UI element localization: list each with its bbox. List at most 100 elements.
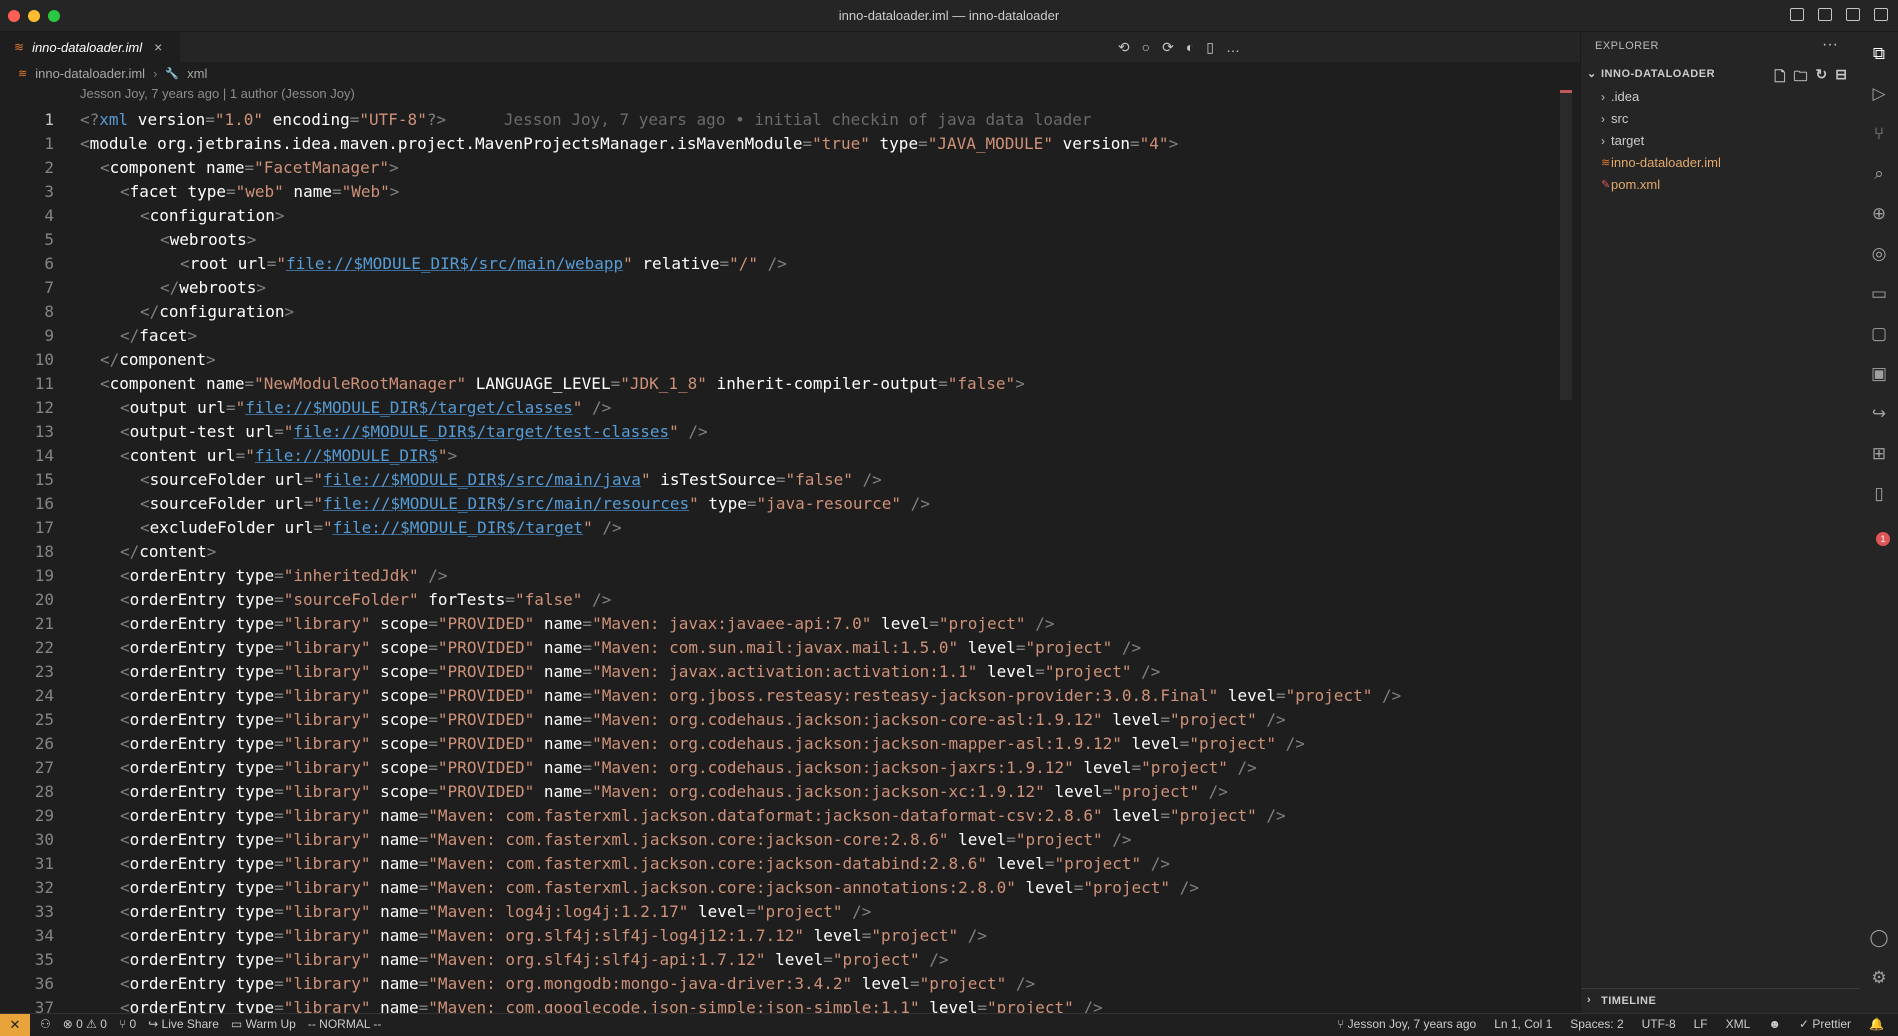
blame-codelens[interactable]: Jesson Joy, 7 years ago | 1 author (Jess… (80, 86, 355, 101)
tree-item-inno-dataloader-iml[interactable]: ≋ inno-dataloader.iml (1581, 152, 1861, 174)
code-line[interactable]: 10 </component> (0, 348, 1560, 372)
code-line[interactable]: 9 </facet> (0, 324, 1560, 348)
code-line[interactable]: 1 <?xml version="1.0" encoding="UTF-8"?> … (0, 108, 1560, 132)
close-tab-icon[interactable]: × (154, 39, 162, 55)
code-line[interactable]: 36 <orderEntry type="library" name="Maven… (0, 972, 1560, 996)
remote-explorer-icon[interactable]: ▭ (1869, 284, 1889, 304)
code-line[interactable]: 4 <configuration> (0, 204, 1560, 228)
search-icon[interactable]: ⌕ (1869, 164, 1889, 184)
cursor-position-status[interactable]: Ln 1, Col 1 (1494, 1017, 1552, 1031)
encoding-status[interactable]: UTF-8 (1642, 1017, 1676, 1031)
editor-action-icon[interactable]: ○ (1142, 39, 1150, 56)
code-token: type (225, 638, 275, 657)
code-line[interactable]: 5 <webroots> (0, 228, 1560, 252)
code-token: "project" (1083, 878, 1171, 897)
git-graph-icon[interactable]: ⊕ (1869, 204, 1889, 224)
editor-action-icon[interactable]: ▯ (1206, 39, 1214, 56)
code-line[interactable]: 24 <orderEntry type="library" scope="PROV… (0, 684, 1560, 708)
code-line[interactable]: 11 <component name="NewModuleRootManager"… (0, 372, 1560, 396)
warm-up-button[interactable]: ▭ Warm Up (231, 1017, 296, 1031)
code-line[interactable]: 20 <orderEntry type="sourceFolder" forTes… (0, 588, 1560, 612)
code-line[interactable]: 19 <orderEntry type="inheritedJdk" /> (0, 564, 1560, 588)
code-line[interactable]: 27 <orderEntry type="library" scope="PROV… (0, 756, 1560, 780)
language-mode-status[interactable]: XML (1726, 1017, 1751, 1031)
manage-icon[interactable]: ⚙ (1869, 968, 1889, 988)
breadcrumb-file[interactable]: inno-dataloader.iml (35, 66, 145, 81)
toggle-primary-sidebar-icon[interactable] (1790, 8, 1804, 21)
code-line[interactable]: 26 <orderEntry type="library" scope="PROV… (0, 732, 1560, 756)
code-token: < (120, 398, 130, 417)
code-line[interactable]: 23 <orderEntry type="library" scope="PROV… (0, 660, 1560, 684)
editor-action-icon[interactable]: ⟳ (1162, 39, 1174, 56)
code-token: url (187, 398, 226, 417)
tree-item-src[interactable]: › src (1581, 108, 1861, 130)
code-line[interactable]: 6 <root url="file://$MODULE_DIR$/src/main… (0, 252, 1560, 276)
customize-layout-icon[interactable] (1874, 8, 1888, 21)
code-line[interactable]: 33 <orderEntry type="library" name="Maven… (0, 900, 1560, 924)
breadcrumb-node[interactable]: xml (187, 66, 207, 81)
more-actions-icon[interactable]: ··· (1822, 36, 1838, 54)
code-line[interactable]: 16 <sourceFolder url="file://$MODULE_DIR$… (0, 492, 1560, 516)
code-line[interactable]: 28 <orderEntry type="library" scope="PROV… (0, 780, 1560, 804)
code-line[interactable]: 35 <orderEntry type="library" name="Maven… (0, 948, 1560, 972)
gitlens-icon[interactable]: ◎ (1869, 244, 1889, 264)
code-line[interactable]: 32 <orderEntry type="library" name="Maven… (0, 876, 1560, 900)
code-line[interactable]: 3 <facet type="web" name="Web"> (0, 180, 1560, 204)
eol-status[interactable]: LF (1694, 1017, 1708, 1031)
code-token: "JDK_1_8" (620, 374, 707, 393)
problems-status-item[interactable]: ⊗ 0 ⚠ 0 (63, 1017, 107, 1031)
remote-indicator-button[interactable]: ✕ (0, 1014, 30, 1036)
run-debug-icon[interactable]: ▷ (1869, 84, 1889, 104)
toggle-secondary-sidebar-icon[interactable] (1846, 8, 1860, 21)
timeline-section-header[interactable]: › TIMELINE (1581, 988, 1861, 1013)
code-line[interactable]: 2 <component name="FacetManager"> (0, 156, 1560, 180)
live-share-icon[interactable]: ↪ (1869, 404, 1889, 424)
workspace-section-header[interactable]: ⌄ INNO-DATALOADER 🗋 🗀 ↻ ⊟ (1581, 64, 1861, 86)
accounts-icon[interactable]: ◯ (1869, 928, 1889, 948)
code-line[interactable]: 8 </configuration> (0, 300, 1560, 324)
code-line[interactable]: 30 <orderEntry type="library" name="Maven… (0, 828, 1560, 852)
code-line[interactable]: 14 <content url="file://$MODULE_DIR$"> (0, 444, 1560, 468)
code-line[interactable]: 7 </webroots> (0, 276, 1560, 300)
comments-icon[interactable]: ▢ (1869, 324, 1889, 344)
bookmarks-icon[interactable]: ▯ (1869, 484, 1889, 504)
toggle-panel-icon[interactable] (1818, 8, 1832, 21)
git-sync-status-item[interactable]: ⑂ 0 (119, 1017, 136, 1031)
code-token: name (370, 974, 419, 993)
code-line[interactable]: 34 <orderEntry type="library" name="Maven… (0, 924, 1560, 948)
remote-monitor-icon[interactable]: ▣ (1869, 364, 1889, 384)
explorer-icon[interactable]: ⧉ (1869, 44, 1889, 64)
code-line[interactable]: 21 <orderEntry type="library" scope="PROV… (0, 612, 1560, 636)
extension-status-item[interactable]: ⚇ (40, 1017, 51, 1031)
live-share-button[interactable]: ↪ Live Share (148, 1017, 219, 1031)
editor-action-icon[interactable]: ◐ (1186, 39, 1194, 56)
indentation-status[interactable]: Spaces: 2 (1570, 1017, 1623, 1031)
tab-inno-dataloader-iml[interactable]: ≋ inno-dataloader.iml × (0, 32, 180, 62)
code-line[interactable]: 29 <orderEntry type="library" name="Maven… (0, 804, 1560, 828)
tree-item-target[interactable]: › target (1581, 130, 1861, 152)
copilot-status-icon[interactable]: ☻ (1768, 1017, 1781, 1031)
line-content: </content> (120, 540, 216, 564)
editor-action-icon[interactable]: ⟲ (1118, 39, 1130, 56)
code-token: = (274, 854, 284, 873)
code-line[interactable]: 18 </content> (0, 540, 1560, 564)
code-line[interactable]: 17 <excludeFolder url="file://$MODULE_DIR… (0, 516, 1560, 540)
code-line[interactable]: 31 <orderEntry type="library" name="Maven… (0, 852, 1560, 876)
notifications-icon[interactable]: 🔔 (1869, 1017, 1884, 1031)
code-line[interactable]: 1 <module org.jetbrains.idea.maven.projec… (0, 132, 1560, 156)
blame-status-item[interactable]: ⑂ Jesson Joy, 7 years ago (1337, 1017, 1476, 1031)
tree-item-idea[interactable]: › .idea (1581, 86, 1861, 108)
code-line[interactable]: 22 <orderEntry type="library" scope="PROV… (0, 636, 1560, 660)
vim-mode-indicator[interactable]: -- NORMAL -- (308, 1017, 382, 1031)
code-line[interactable]: 13 <output-test url="file://$MODULE_DIR$/… (0, 420, 1560, 444)
editor-action-icon[interactable]: … (1226, 39, 1240, 56)
overview-ruler[interactable] (1560, 90, 1572, 400)
prettier-status[interactable]: ✓ Prettier (1799, 1017, 1851, 1031)
extensions-icon[interactable]: ⊞ (1869, 444, 1889, 464)
source-control-icon[interactable]: ⑂ (1869, 124, 1889, 144)
code-line[interactable]: 12 <output url="file://$MODULE_DIR$/targe… (0, 396, 1560, 420)
code-line[interactable]: 15 <sourceFolder url="file://$MODULE_DIR$… (0, 468, 1560, 492)
tree-item-pom-xml[interactable]: ✎ pom.xml (1581, 174, 1861, 196)
code-token: /> (1256, 806, 1286, 825)
code-line[interactable]: 25 <orderEntry type="library" scope="PROV… (0, 708, 1560, 732)
